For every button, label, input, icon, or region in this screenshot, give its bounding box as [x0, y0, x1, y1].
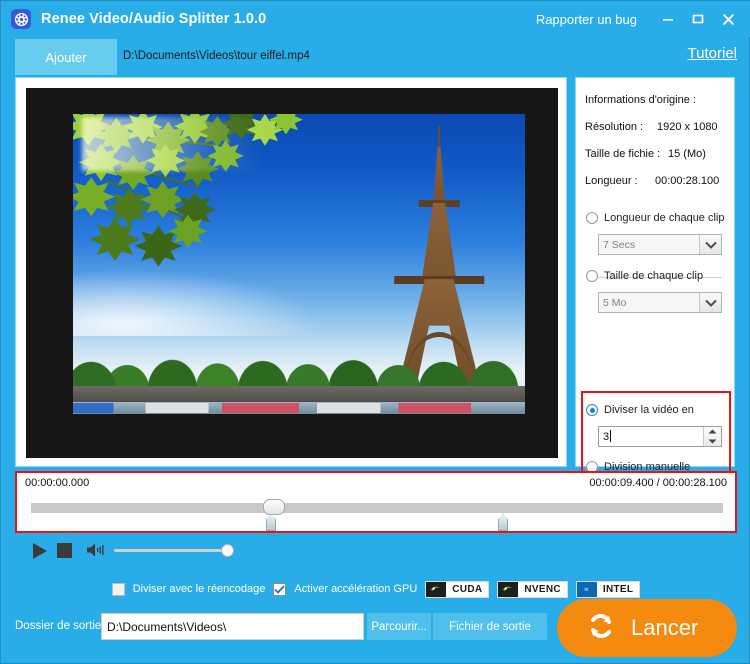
radio-clip-size-label: Taille de chaque clip	[604, 270, 704, 282]
report-bug-link[interactable]: Rapporter un bug	[536, 12, 637, 27]
timeline-split-marker[interactable]	[266, 514, 276, 531]
radio-clip-size[interactable]	[586, 270, 598, 282]
filesize-value: 15 (Mo)	[668, 148, 706, 160]
timeline-start-time: 00:00:00.000	[25, 477, 90, 489]
duration-value: 00:00:28.100	[655, 175, 720, 187]
badge-cuda-label: CUDA	[446, 581, 489, 597]
badge-nvenc-label: NVENC	[518, 581, 567, 597]
reencode-label: Diviser avec le réencodage	[132, 583, 266, 595]
stepper-up-icon[interactable]	[704, 427, 721, 437]
close-icon[interactable]	[715, 6, 741, 32]
video-preview-panel	[15, 77, 567, 467]
start-button-label: Lancer	[631, 615, 699, 640]
radio-clip-length[interactable]	[586, 212, 598, 224]
chevron-down-icon[interactable]	[699, 293, 721, 312]
badge-nvenc: NVENC	[497, 580, 568, 598]
stepper-down-icon[interactable]	[704, 437, 721, 447]
radio-row-clip-size[interactable]: Taille de chaque clip	[586, 270, 703, 282]
video-still-eiffel-tower	[73, 114, 525, 414]
tutorial-link[interactable]: Tutoriel	[688, 45, 737, 62]
checkbox-reencode[interactable]	[111, 582, 125, 596]
radio-clip-length-label: Longueur de chaque clip	[604, 212, 725, 224]
source-info-panel: Informations d'origine : Résolution : 19…	[575, 77, 735, 533]
split-count-value: 3	[603, 431, 610, 443]
radio-split-count-label: Diviser la vidéo en	[604, 404, 694, 416]
volume-icon[interactable]	[86, 542, 108, 558]
maximize-icon[interactable]	[685, 6, 711, 32]
combo-clip-size-value: 5 Mo	[603, 296, 627, 309]
title-bar-actions: Rapporter un bug	[536, 1, 750, 37]
app-window: Renee Video/Audio Splitter 1.0.0 Rapport…	[0, 0, 750, 664]
badge-cuda: CUDA	[425, 580, 490, 598]
title-bar: Renee Video/Audio Splitter 1.0.0 Rapport…	[1, 1, 750, 37]
combo-clip-size[interactable]: 5 Mo	[598, 292, 722, 313]
radio-split-count[interactable]	[586, 404, 598, 416]
resolution-value: 1920 x 1080	[657, 121, 718, 133]
output-folder-input[interactable]: D:\Documents\Videos\	[101, 613, 364, 640]
sun-flare	[82, 117, 263, 171]
combo-clip-length[interactable]: 7 Secs	[598, 234, 722, 255]
output-file-button[interactable]: Fichier de sortie	[433, 613, 547, 640]
window-title: Renee Video/Audio Splitter 1.0.0	[41, 11, 267, 27]
play-icon[interactable]	[33, 543, 47, 559]
output-folder-label: Dossier de sortie :	[15, 620, 108, 632]
player-controls	[1, 536, 750, 570]
badge-intel-label: INTEL	[596, 581, 640, 597]
radio-row-clip-length[interactable]: Longueur de chaque clip	[586, 212, 724, 224]
tree-line	[73, 324, 525, 390]
badge-intel: in INTEL	[575, 580, 641, 598]
gpu-acceleration-label: Activer accélération GPU	[294, 583, 418, 595]
stop-icon[interactable]	[57, 543, 72, 558]
tab-strip: Ajouter D:\Documents\Videos\tour eiffel.…	[1, 37, 750, 77]
volume-track[interactable]	[114, 549, 224, 552]
chevron-down-icon[interactable]	[699, 235, 721, 254]
resolution-label: Résolution :	[585, 121, 644, 133]
text-caret	[610, 430, 612, 442]
timeline-panel: 00:00:00.000 00:00:09.400 / 00:00:28.100	[15, 471, 737, 533]
minimize-icon[interactable]	[655, 6, 681, 32]
river-boats	[73, 402, 525, 413]
tab-ajouter[interactable]: Ajouter	[15, 39, 117, 75]
browse-button[interactable]: Parcourir...	[367, 613, 431, 640]
timeline-position-time: 00:00:09.400 / 00:00:28.100	[589, 477, 727, 489]
radio-row-split-count[interactable]: Diviser la vidéo en	[586, 404, 694, 416]
info-heading: Informations d'origine :	[585, 94, 696, 106]
combo-clip-length-value: 7 Secs	[603, 238, 636, 251]
start-button[interactable]: Lancer	[557, 599, 737, 657]
intel-icon: in	[576, 581, 597, 597]
timeline-thumb[interactable]	[263, 499, 285, 515]
filesize-label: Taille de fichie :	[585, 148, 661, 160]
current-file-path: D:\Documents\Videos\tour eiffel.mp4	[123, 50, 310, 62]
stepper-buttons[interactable]	[703, 427, 721, 446]
refresh-icon	[583, 608, 619, 649]
nvidia-icon	[498, 581, 519, 597]
timeline-track[interactable]	[31, 503, 723, 513]
video-frame[interactable]	[26, 88, 558, 458]
svg-text:in: in	[585, 587, 589, 593]
encoding-options-row: Diviser avec le réencodage Activer accél…	[1, 577, 750, 601]
river-quay	[73, 385, 525, 404]
timeline-split-marker[interactable]	[498, 514, 508, 531]
split-count-stepper[interactable]: 3	[598, 426, 722, 447]
volume-thumb[interactable]	[221, 544, 234, 557]
checkbox-gpu-acceleration[interactable]	[273, 582, 287, 596]
nvidia-icon	[426, 581, 447, 597]
film-reel-icon	[11, 9, 31, 29]
duration-label: Longueur :	[585, 175, 638, 187]
